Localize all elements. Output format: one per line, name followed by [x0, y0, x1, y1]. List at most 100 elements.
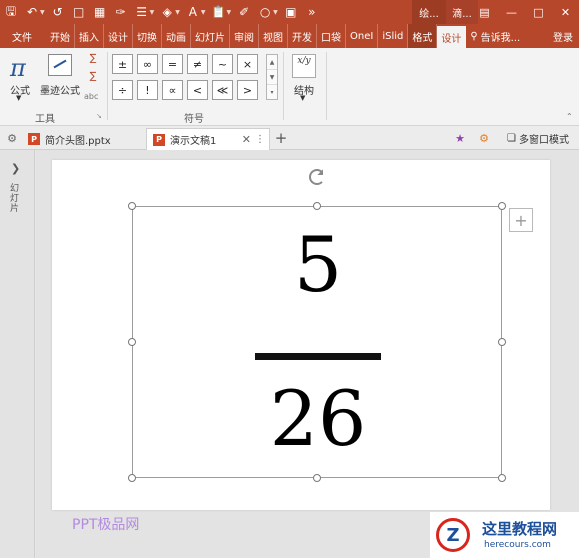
resize-handle[interactable]	[128, 202, 136, 210]
multi-window-button[interactable]: ❏ 多窗口模式	[500, 130, 576, 146]
resize-handle[interactable]	[313, 202, 321, 210]
shape-icon[interactable]: ○	[256, 3, 274, 21]
undo-dropdown-icon[interactable]: ▼	[40, 9, 45, 16]
tab-review[interactable]: 审阅	[230, 24, 259, 48]
collapse-ribbon-icon[interactable]: ⌃	[566, 112, 573, 121]
resize-handle[interactable]	[128, 338, 136, 346]
tab-insert[interactable]: 插入	[75, 24, 104, 48]
ink-formula-icon[interactable]	[48, 54, 72, 76]
group-separator	[283, 52, 284, 120]
login-button[interactable]: 登录	[549, 24, 579, 48]
symbol-times[interactable]: ×	[237, 54, 258, 74]
more-icon[interactable]: »	[303, 3, 321, 21]
structures-dropdown-icon[interactable]: ▼	[300, 94, 305, 102]
screenshot-icon[interactable]: ▣	[282, 3, 300, 21]
symbol-tilde[interactable]: ~	[212, 54, 233, 74]
maximize-icon[interactable]: □	[525, 0, 552, 24]
pi-icon[interactable]: π	[10, 54, 26, 82]
tab-file[interactable]: 文件	[0, 24, 46, 48]
resize-handle[interactable]	[498, 202, 506, 210]
new-doc-icon[interactable]: □	[70, 3, 88, 21]
resize-handle[interactable]	[128, 474, 136, 482]
pptx-file-icon: P	[28, 133, 40, 145]
tab-view[interactable]: 视图	[259, 24, 288, 48]
home-doc-icon[interactable]: ⚙	[4, 130, 20, 146]
normal-text-button[interactable]: abc	[84, 92, 98, 101]
gallery-more-icon[interactable]: ▾	[267, 85, 277, 100]
tab-slideshow[interactable]: 幻灯片	[191, 24, 230, 48]
fill-icon[interactable]: ◈	[158, 3, 176, 21]
symbol-not-equal[interactable]: ≠	[187, 54, 208, 74]
eyedropper-icon[interactable]: ✑	[112, 3, 130, 21]
symbol-greater-than[interactable]: >	[237, 80, 258, 100]
magic-icon[interactable]: ★	[452, 130, 468, 146]
symbol-infinity[interactable]: ∞	[137, 54, 158, 74]
linear-icon[interactable]: ∑	[86, 70, 100, 84]
font-color-icon[interactable]: A	[184, 3, 202, 21]
tab-developer[interactable]: 开发	[288, 24, 317, 48]
paste-icon[interactable]: 📋	[210, 3, 228, 21]
shape-dropdown-icon[interactable]: ▼	[273, 9, 278, 16]
resize-handle[interactable]	[313, 474, 321, 482]
quick-access-toolbar: 🖫 ↶ ▼ ↺ □ ▦ ✑ ☰ ▼ ◈ ▼ A ▼ 📋 ▼ ✐ ○ ▼ ▣ »	[2, 2, 324, 22]
fraction-structure-icon[interactable]: x/y	[292, 54, 316, 78]
paste-dropdown-icon[interactable]: ▼	[227, 9, 232, 16]
redo-icon[interactable]: ↺	[49, 3, 67, 21]
tab-format[interactable]: 格式	[408, 24, 438, 48]
tab-transitions[interactable]: 切换	[133, 24, 162, 48]
slide[interactable]: 5 26 +	[52, 160, 550, 510]
scroll-up-icon[interactable]: ▲	[267, 55, 277, 70]
document-tab-bar: ⚙ P 简介头图.pptx P 演示文稿1 ✕ ⋮ + ★ ⚙ ❏ 多窗口模式	[0, 126, 579, 150]
tab-islide[interactable]: iSlid	[378, 24, 409, 48]
tab-pocket[interactable]: 口袋	[317, 24, 346, 48]
symbol-much-less[interactable]: ≪	[212, 80, 233, 100]
window-controls: ▤ — □ ✕	[471, 0, 579, 24]
close-icon[interactable]: ✕	[552, 0, 579, 24]
doc-tab-presentation[interactable]: P 演示文稿1 ✕ ⋮	[146, 128, 270, 150]
minimize-icon[interactable]: —	[498, 0, 525, 24]
lightbulb-icon: ⚲	[470, 30, 478, 42]
symbols-scroll[interactable]: ▲ ▼ ▾	[266, 54, 278, 100]
tab-menu-icon[interactable]: ⋮	[255, 134, 265, 145]
tab-home[interactable]: 开始	[46, 24, 75, 48]
symbol-factorial[interactable]: !	[137, 80, 158, 100]
symbol-equals[interactable]: =	[162, 54, 183, 74]
expand-pane-icon[interactable]: ❯	[11, 162, 20, 175]
fraction-denominator[interactable]: 26	[133, 381, 503, 457]
ribbon-display-icon[interactable]: ▤	[471, 0, 498, 24]
dialog-launcher-icon[interactable]: ↘	[96, 112, 102, 120]
tab-onenote[interactable]: OneI	[346, 24, 379, 48]
close-tab-icon[interactable]: ✕	[242, 133, 251, 146]
tab-animations[interactable]: 动画	[162, 24, 191, 48]
undo-icon[interactable]: ↶	[23, 3, 41, 21]
table-icon[interactable]: ▦	[91, 3, 109, 21]
doc-tab-label: 简介头图.pptx	[45, 135, 111, 147]
fraction-numerator[interactable]: 5	[133, 227, 503, 303]
professional-icon[interactable]: ∑	[86, 52, 100, 66]
symbol-less-than[interactable]: <	[187, 80, 208, 100]
symbol-proportional[interactable]: ∝	[162, 80, 183, 100]
align-dropdown-icon[interactable]: ▼	[150, 9, 155, 16]
format-painter-icon[interactable]: ✐	[235, 3, 253, 21]
tab-design[interactable]: 设计	[104, 24, 133, 48]
resize-handle[interactable]	[498, 338, 506, 346]
tell-me-box[interactable]: ⚲ 告诉我...	[466, 24, 524, 48]
add-icon[interactable]: +	[509, 208, 533, 232]
scroll-down-icon[interactable]: ▼	[267, 70, 277, 85]
save-icon[interactable]: 🖫	[2, 3, 20, 21]
rotate-handle-icon[interactable]	[309, 169, 325, 185]
doc-tab-intro[interactable]: P 简介头图.pptx	[22, 128, 144, 150]
align-icon[interactable]: ☰	[133, 3, 151, 21]
font-color-dropdown-icon[interactable]: ▼	[201, 9, 206, 16]
formula-dropdown-icon[interactable]: ▼	[16, 94, 21, 102]
equation-textbox[interactable]: 5 26	[128, 169, 506, 482]
tab-equation-design[interactable]: 设计	[437, 26, 467, 48]
fill-dropdown-icon[interactable]: ▼	[175, 9, 180, 16]
resize-handle[interactable]	[498, 474, 506, 482]
settings-gear-icon[interactable]: ⚙	[476, 130, 492, 146]
doc-tab-label: 演示文稿1	[170, 136, 217, 147]
ink-formula-button[interactable]: 墨迹公式	[40, 82, 80, 97]
symbol-divide[interactable]: ÷	[112, 80, 133, 100]
symbol-plus-minus[interactable]: ±	[112, 54, 133, 74]
new-tab-icon[interactable]: +	[272, 129, 290, 147]
